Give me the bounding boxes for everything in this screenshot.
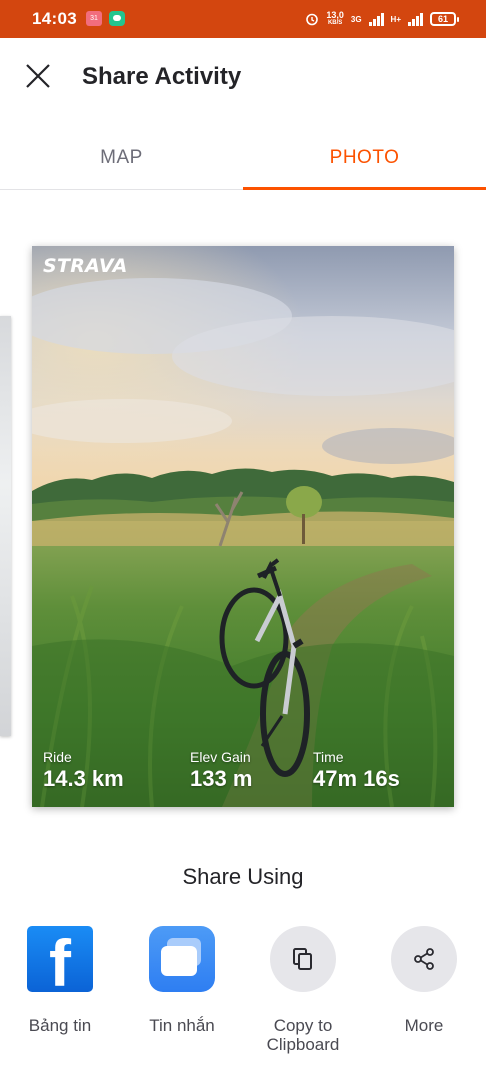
previous-share-card[interactable] bbox=[0, 316, 11, 736]
stat-ride: Ride 14.3 km bbox=[43, 749, 124, 792]
share-label: Tin nhắn bbox=[149, 1016, 215, 1035]
stat-label: Time bbox=[313, 749, 344, 765]
tab-map[interactable]: MAP bbox=[0, 126, 243, 190]
stat-label: Ride bbox=[43, 749, 72, 765]
stat-value: 14.3 km bbox=[43, 766, 124, 791]
stat-elev-gain: Elev Gain 133 m bbox=[190, 749, 252, 792]
battery-icon: 61 bbox=[430, 12, 459, 26]
stat-label: Elev Gain bbox=[190, 749, 251, 765]
network-type-1: 3G bbox=[350, 14, 362, 24]
network-speed: 13,0 KB/S bbox=[326, 10, 344, 27]
signal-icon bbox=[368, 12, 384, 26]
tab-photo[interactable]: PHOTO bbox=[243, 126, 486, 190]
stat-time: Time 47m 16s bbox=[313, 749, 400, 792]
share-more-button[interactable]: More bbox=[364, 926, 484, 1035]
alarm-icon bbox=[306, 13, 319, 26]
app-header: Share Activity bbox=[0, 38, 486, 120]
share-icon bbox=[391, 926, 457, 992]
share-label: More bbox=[404, 1016, 444, 1035]
copy-icon bbox=[270, 926, 336, 992]
status-indicators: 13,0 KB/S 3G H+ 61 bbox=[305, 9, 459, 29]
status-time: 14:03 bbox=[32, 9, 77, 28]
page-title: Share Activity bbox=[82, 63, 242, 90]
message-notification-icon bbox=[109, 11, 125, 26]
status-bar: 14:03 31 13,0 KB/S 3G H+ 61 bbox=[0, 0, 486, 38]
share-messages-button[interactable]: Tin nhắn bbox=[122, 926, 242, 1035]
share-label: Copy to Clipboard bbox=[266, 1016, 340, 1054]
signal-icon-2 bbox=[408, 12, 423, 26]
activity-photo bbox=[32, 246, 454, 807]
facebook-icon: f bbox=[27, 926, 93, 996]
stat-value: 47m 16s bbox=[313, 766, 400, 791]
strava-logo: STRAVA bbox=[43, 255, 128, 277]
activity-photo-card[interactable]: STRAVA Ride 14.3 km Elev Gain 133 m Time… bbox=[32, 246, 454, 807]
copy-to-clipboard-button[interactable]: Copy to Clipboard bbox=[243, 926, 363, 1054]
tab-indicator bbox=[243, 187, 486, 190]
share-facebook-button[interactable]: f Bảng tin bbox=[0, 926, 120, 1035]
stat-value: 133 m bbox=[190, 766, 253, 791]
share-using-heading: Share Using bbox=[182, 864, 304, 889]
messages-icon bbox=[149, 926, 215, 992]
share-targets: f Bảng tin Tin nhắn Copy to Clipboard Mo bbox=[0, 926, 486, 1066]
network-type-2: H+ bbox=[390, 14, 401, 24]
calendar-notification-icon: 31 bbox=[86, 11, 102, 26]
close-icon[interactable] bbox=[22, 60, 54, 92]
share-label: Bảng tin bbox=[28, 1016, 92, 1035]
tab-bar: MAP PHOTO bbox=[0, 126, 486, 190]
